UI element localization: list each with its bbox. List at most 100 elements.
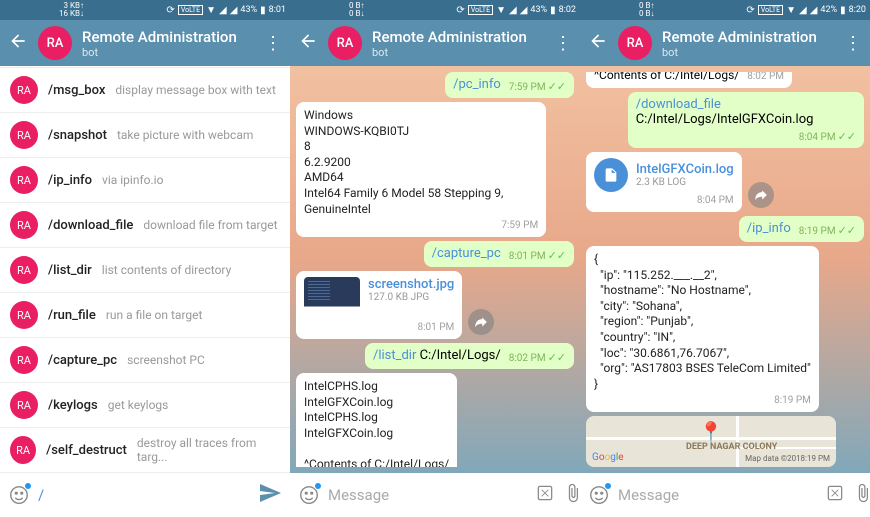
suggestion-cmd: /download_file <box>48 218 133 233</box>
avatar[interactable]: RA <box>38 26 72 60</box>
suggestion-cmd: /ip_info <box>48 173 92 188</box>
sticker-icon[interactable] <box>588 484 610 506</box>
suggestion-row[interactable]: RA/run_file run a file on target <box>0 293 290 338</box>
back-button[interactable] <box>8 31 28 55</box>
screen-1: 3 KB↑16 KB↓ ⟳ VoLTE ▼ ◢ ◢ 43% ▮ 8:01 RA … <box>0 0 290 517</box>
volte-icon: VoLTE <box>178 5 203 15</box>
screenshot-thumb <box>304 277 360 319</box>
suggestion-desc: via ipinfo.io <box>102 173 163 187</box>
avatar: RA <box>10 436 36 464</box>
suggestion-row[interactable]: RA/ip_info via ipinfo.io <box>0 158 290 203</box>
msg-in[interactable]: { "ip": "115.252.___.__2", "hostname": "… <box>586 246 819 412</box>
msg-out[interactable]: /pc_info7:59 PM✓✓ <box>445 72 574 98</box>
signal-icon: ◢ <box>219 5 227 16</box>
message-input[interactable] <box>38 486 250 504</box>
msg-in-file[interactable]: IntelGFXCoin.log 2.3 KB LOG 8:04 PM <box>586 152 742 212</box>
suggestion-desc: destroy all traces from targ... <box>137 436 280 464</box>
commands-icon[interactable] <box>535 483 555 507</box>
clock: 8:01 <box>269 5 286 15</box>
suggestion-desc: get keylogs <box>108 398 169 412</box>
status-bar: 0 B↑0 B↓ ⟳VoLTE▼◢◢ 42%▮8:20 <box>580 0 870 20</box>
msg-out[interactable]: /download_file C:/Intel/Logs/IntelGFXCoi… <box>628 92 864 148</box>
avatar[interactable]: RA <box>328 26 362 60</box>
avatar: RA <box>10 211 38 239</box>
avatar: RA <box>10 301 38 329</box>
msg-in-file[interactable]: screenshot.jpg 127.0 KB JPG 8:01 PM <box>296 271 462 339</box>
chat-title-block[interactable]: Remote Administration bot <box>82 28 254 59</box>
back-button[interactable] <box>298 31 318 55</box>
sticker-icon[interactable] <box>298 484 320 506</box>
status-bar: 0 B↑0 B↓ ⟳VoLTE▼◢◢ 43%▮8:02 <box>290 0 580 20</box>
send-button[interactable] <box>258 481 282 509</box>
forward-button[interactable] <box>468 309 494 335</box>
suggestion-cmd: /capture_pc <box>48 353 117 368</box>
input-bar <box>580 473 870 517</box>
suggestion-cmd: /keylogs <box>48 398 98 413</box>
menu-button[interactable]: ⋮ <box>554 33 572 54</box>
chat-area[interactable]: ^Contents of C:/Intel/Logs/8:02 PM /down… <box>580 66 870 473</box>
message-input[interactable] <box>618 486 817 504</box>
suggestion-cmd: /list_dir <box>48 263 92 278</box>
map-pin-icon: 📍 <box>699 420 724 444</box>
input-bar <box>0 473 290 517</box>
avatar[interactable]: RA <box>618 26 652 60</box>
avatar: RA <box>10 256 38 284</box>
battery-icon: ▮ <box>260 5 266 16</box>
suggestion-row[interactable]: RA/self_destruct destroy all traces from… <box>0 428 290 473</box>
avatar: RA <box>10 76 38 104</box>
message-input[interactable] <box>328 486 527 504</box>
file-icon <box>594 158 628 192</box>
msg-out[interactable]: /ip_info8:19 PM✓✓ <box>739 216 864 242</box>
chat-header: RA Remote Administration bot ⋮ <box>290 20 580 66</box>
command-suggestions: RA/pc_info PC informationRA/msg_box disp… <box>0 66 290 473</box>
back-button[interactable] <box>588 31 608 55</box>
suggestion-row[interactable]: RA/download_file download file from targ… <box>0 203 290 248</box>
suggestion-desc: screenshot PC <box>127 353 205 367</box>
forward-button[interactable] <box>748 182 774 208</box>
suggestion-row[interactable]: RA/msg_box display message box with text <box>0 68 290 113</box>
msg-out[interactable]: /capture_pc8:01 PM✓✓ <box>424 241 574 267</box>
suggestion-row[interactable]: RA/keylogs get keylogs <box>0 383 290 428</box>
suggestion-cmd: /run_file <box>48 308 96 323</box>
suggestion-cmd: /msg_box <box>48 83 105 98</box>
chat-header: RA Remote Administration bot ⋮ <box>580 20 870 66</box>
screen-2: 0 B↑0 B↓ ⟳VoLTE▼◢◢ 43%▮8:02 RA Remote Ad… <box>290 0 580 517</box>
chat-title-block[interactable]: Remote Administration bot <box>372 28 544 59</box>
attach-icon[interactable] <box>853 483 870 507</box>
chat-area[interactable]: /pc_info7:59 PM✓✓ Windows WINDOWS-KQBI0T… <box>290 66 580 473</box>
suggestion-desc: take picture with webcam <box>117 128 253 142</box>
battery-pct: 43% <box>240 5 257 15</box>
avatar: RA <box>10 391 38 419</box>
chat-title-block[interactable]: Remote Administration bot <box>662 28 834 59</box>
avatar: RA <box>10 121 38 149</box>
msg-out[interactable]: /list_dir C:/Intel/Logs/8:02 PM✓✓ <box>365 343 574 369</box>
suggestion-row[interactable]: RA/capture_pc screenshot PC <box>0 338 290 383</box>
chat-subtitle: bot <box>82 46 254 59</box>
suggestion-desc: display message box with text <box>115 83 276 97</box>
input-bar <box>290 473 580 517</box>
sticker-icon[interactable] <box>8 484 30 506</box>
signal-icon: ◢ <box>230 5 238 16</box>
chat-area: RA/pc_info PC informationRA/msg_box disp… <box>0 66 290 473</box>
suggestion-cmd: /self_destruct <box>46 443 127 458</box>
suggestion-row[interactable]: RA/list_dir list contents of directory <box>0 248 290 293</box>
avatar: RA <box>10 166 38 194</box>
commands-icon[interactable] <box>825 483 845 507</box>
msg-in[interactable]: IntelCPHS.log IntelGFXCoin.log IntelCPHS… <box>296 373 457 467</box>
status-bar: 3 KB↑16 KB↓ ⟳ VoLTE ▼ ◢ ◢ 43% ▮ 8:01 <box>0 0 290 20</box>
avatar: RA <box>10 346 38 374</box>
suggestion-desc: download file from target <box>143 218 277 232</box>
menu-button[interactable]: ⋮ <box>844 33 862 54</box>
chat-title: Remote Administration <box>82 28 254 46</box>
msg-in[interactable]: Windows WINDOWS-KQBI0TJ 8 6.2.9200 AMD64… <box>296 102 546 237</box>
suggestion-row[interactable]: RA/snapshot take picture with webcam <box>0 113 290 158</box>
chat-header: RA Remote Administration bot ⋮ <box>0 20 290 66</box>
msg-in[interactable]: ^Contents of C:/Intel/Logs/8:02 PM <box>586 72 792 88</box>
suggestion-cmd: /snapshot <box>48 128 107 143</box>
suggestion-desc: run a file on target <box>106 308 203 322</box>
wifi-icon: ▼ <box>206 5 216 16</box>
menu-button[interactable]: ⋮ <box>264 33 282 54</box>
suggestion-desc: list contents of directory <box>102 263 231 277</box>
sync-icon: ⟳ <box>166 5 174 16</box>
map-preview[interactable]: 📍 DEEP NAGAR COLONY Google Map data ©201… <box>586 416 836 467</box>
